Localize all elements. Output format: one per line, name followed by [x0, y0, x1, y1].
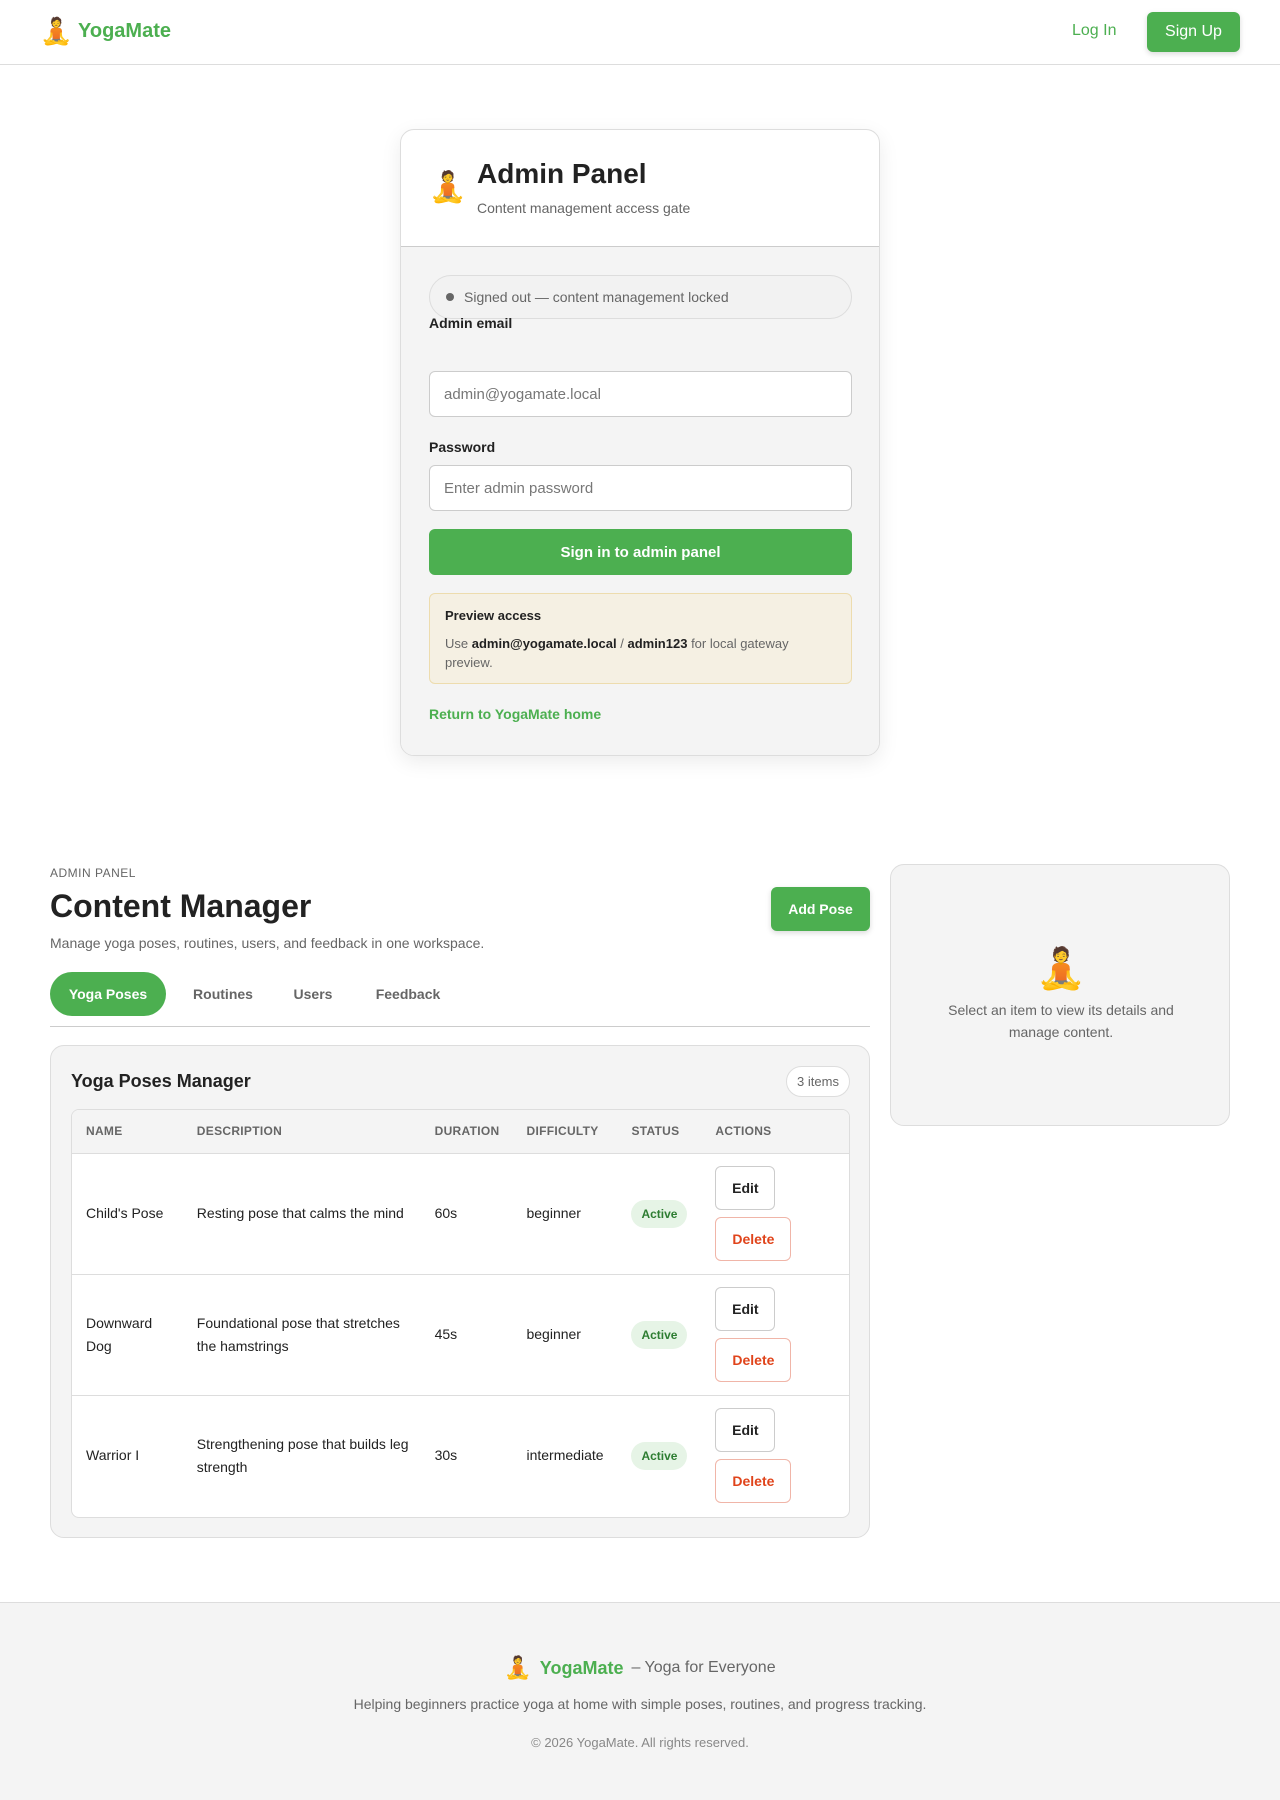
status-badge: Active — [631, 1320, 688, 1349]
pose-duration: 45s — [434, 1326, 458, 1342]
delete-button[interactable]: Delete — [715, 1217, 792, 1261]
preview-title: Preview access — [445, 608, 542, 623]
meditation-icon: 🧘 — [504, 1655, 532, 1680]
signin-button[interactable]: Sign in to admin panel — [429, 529, 852, 575]
column-header: DIFFICULTY — [512, 1110, 618, 1154]
column-header: NAME — [72, 1110, 183, 1154]
session-status-text: Signed out — content management locked — [464, 289, 729, 305]
tab-feedback[interactable]: Feedback — [360, 972, 456, 1016]
delete-button[interactable]: Delete — [715, 1459, 792, 1504]
edit-button[interactable]: Edit — [715, 1287, 776, 1331]
yoga-poses-manager: Yoga Poses Manager 3 items NAME DESCRIPT… — [50, 1045, 870, 1538]
tab-users[interactable]: Users — [276, 972, 350, 1016]
content-manager-title: Content Manager — [50, 888, 312, 924]
admin-login-form: Signed out — content management locked A… — [401, 247, 879, 755]
pose-duration: 60s — [434, 1205, 458, 1221]
preview-text: Use admin@yogamate.local / admin123 for … — [445, 634, 836, 672]
poses-table: NAME DESCRIPTION DURATION DIFFICULTY STA… — [71, 1109, 850, 1518]
column-header: STATUS — [617, 1110, 702, 1154]
pose-description: Resting pose that calms the mind — [196, 1205, 404, 1221]
pose-difficulty: beginner — [526, 1205, 581, 1221]
content-manager-subtitle: Manage yoga poses, routines, users, and … — [50, 935, 485, 951]
edit-button[interactable]: Edit — [715, 1166, 776, 1210]
column-header: DURATION — [420, 1110, 513, 1154]
pose-name: Warrior I — [86, 1447, 140, 1464]
admin-panel-subtitle: Content management access gate — [477, 200, 691, 216]
tab-routines[interactable]: Routines — [176, 972, 270, 1016]
email-label: Admin email — [429, 315, 513, 331]
pose-name: Child's Pose — [86, 1205, 164, 1221]
meditation-icon: 🧘 — [40, 16, 73, 46]
add-pose-button[interactable]: Add Pose — [771, 887, 870, 931]
table-row[interactable]: Child's Pose Resting pose that calms the… — [72, 1153, 849, 1274]
pose-description: Strengthening pose that builds leg stren… — [196, 1435, 409, 1475]
footer-tagline: – Yoga for Everyone — [631, 1659, 776, 1676]
brand-name: YogaMate — [78, 19, 171, 42]
status-badge: Active — [631, 1199, 688, 1228]
password-field[interactable] — [429, 465, 852, 511]
brand-logo[interactable]: 🧘 YogaMate — [40, 16, 171, 46]
pose-name: Downward Dog — [86, 1314, 153, 1354]
preview-email: admin@yogamate.local — [471, 636, 617, 651]
login-link[interactable]: Log In — [1072, 22, 1116, 40]
pose-description: Foundational pose that stretches the ham… — [196, 1314, 400, 1354]
delete-button[interactable]: Delete — [715, 1338, 792, 1382]
footer-copyright: © 2026 YogaMate. All rights reserved. — [531, 1735, 749, 1750]
footer-description: Helping beginners practice yoga at home … — [353, 1696, 927, 1712]
status-dot-icon — [446, 293, 454, 301]
detail-panel: 🧘 Select an item to view its details and… — [890, 864, 1230, 1126]
column-header: ACTIONS — [701, 1110, 849, 1154]
site-footer: 🧘 YogaMate – Yoga for Everyone Helping b… — [0, 1602, 1280, 1800]
signup-button[interactable]: Sign Up — [1147, 12, 1240, 52]
admin-panel-title: Admin Panel — [477, 158, 647, 189]
pose-difficulty: beginner — [526, 1326, 581, 1342]
table-row[interactable]: Warrior I Strengthening pose that builds… — [72, 1395, 849, 1516]
session-status: Signed out — content management locked — [429, 275, 852, 319]
preview-access-note: Preview access Use admin@yogamate.local … — [429, 593, 852, 684]
tab-yoga-poses[interactable]: Yoga Poses — [50, 972, 166, 1016]
password-label: Password — [429, 439, 496, 455]
table-row[interactable]: Downward Dog Foundational pose that stre… — [72, 1274, 849, 1395]
edit-button[interactable]: Edit — [715, 1408, 776, 1453]
return-home-link[interactable]: Return to YogaMate home — [429, 706, 601, 722]
item-count-badge: 3 items — [786, 1066, 850, 1097]
content-tabs: Yoga Poses Routines Users Feedback — [50, 972, 870, 1027]
detail-empty-text: Select an item to view its details and m… — [948, 1002, 1174, 1040]
admin-login-header: 🧘 Admin Panel Content management access … — [401, 130, 879, 247]
meditation-icon: 🧘 — [429, 171, 467, 204]
preview-password: admin123 — [627, 636, 688, 651]
column-header: DESCRIPTION — [182, 1110, 421, 1154]
pose-duration: 30s — [434, 1447, 458, 1464]
preview-prefix: Use — [445, 636, 472, 651]
footer-brand: 🧘 YogaMate – Yoga for Everyone — [0, 1655, 1280, 1681]
email-field[interactable] — [429, 371, 852, 417]
admin-login-card: 🧘 Admin Panel Content management access … — [400, 129, 880, 756]
preview-separator: / — [616, 636, 628, 651]
status-badge: Active — [631, 1441, 688, 1470]
top-header: 🧘 YogaMate Log In Sign Up — [0, 0, 1280, 65]
meditation-icon: 🧘 — [1036, 947, 1086, 991]
manager-panel-title: Yoga Poses Manager — [71, 1071, 251, 1091]
footer-brand-name: YogaMate — [539, 1657, 624, 1678]
section-eyebrow: ADMIN PANEL — [50, 866, 136, 880]
pose-difficulty: intermediate — [526, 1447, 604, 1464]
table-header-row: NAME DESCRIPTION DURATION DIFFICULTY STA… — [72, 1110, 849, 1154]
